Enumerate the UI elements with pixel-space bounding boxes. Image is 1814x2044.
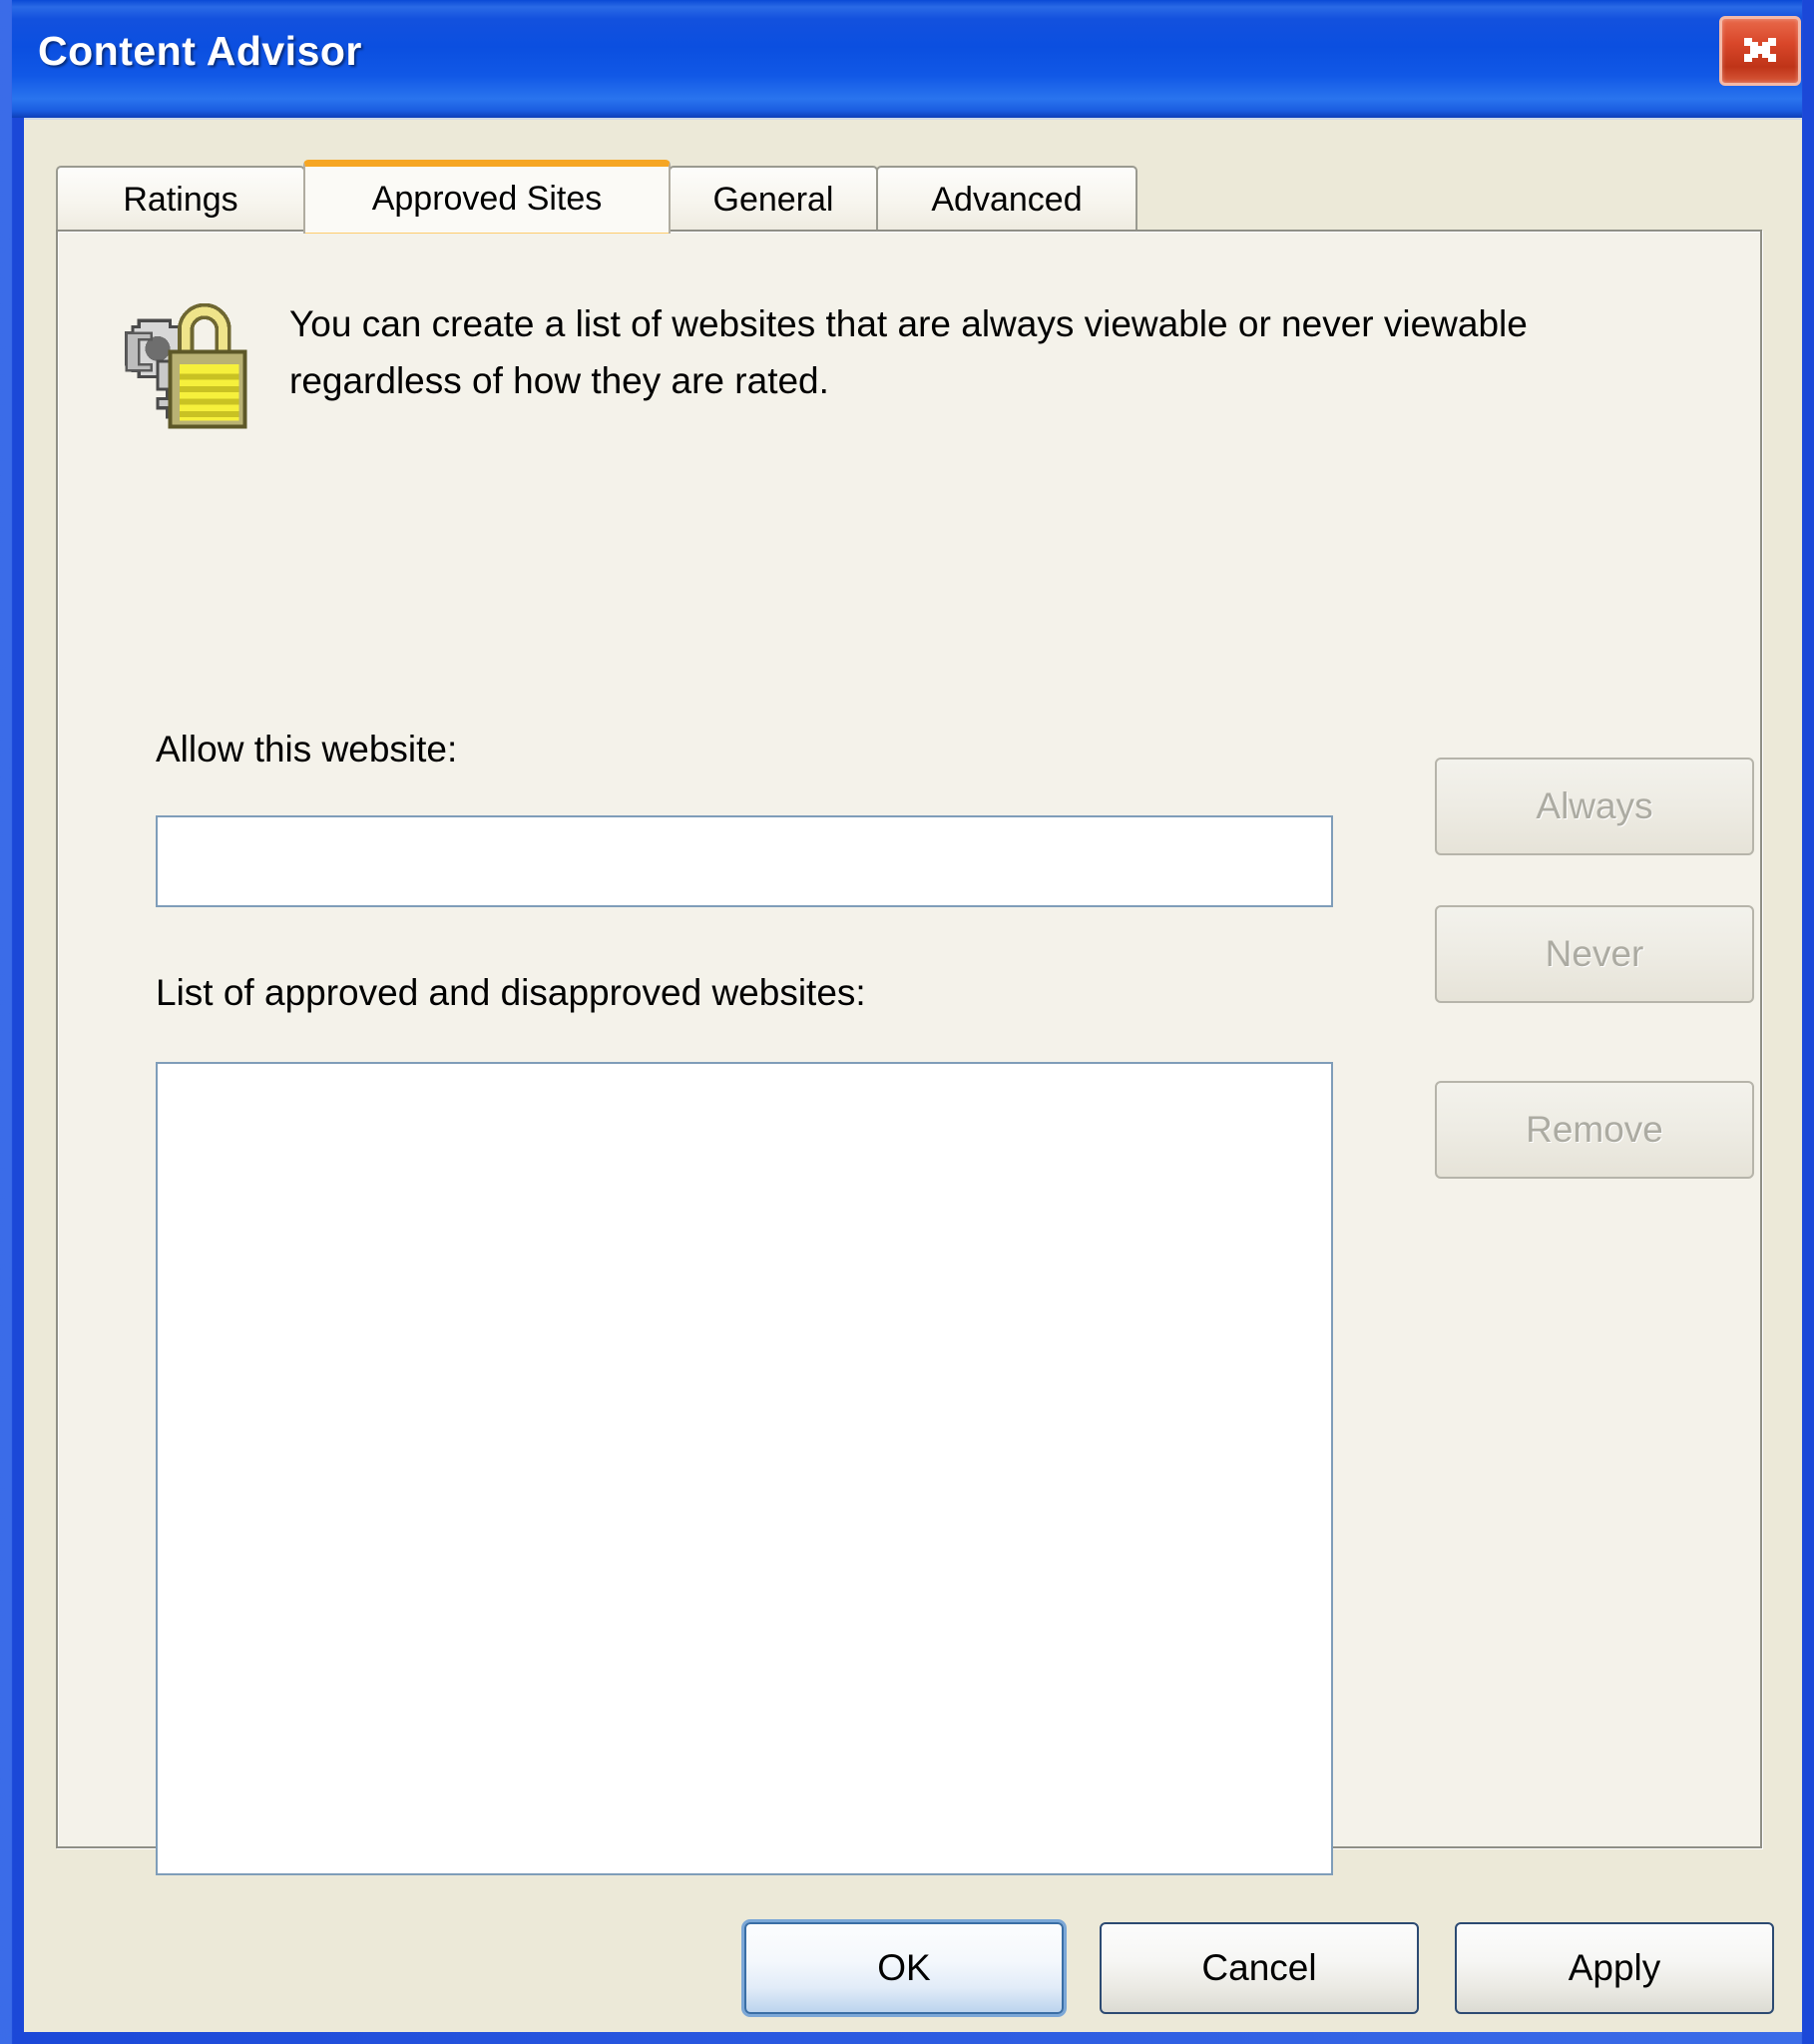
tab-strip: Ratings Approved Sites General Advanced xyxy=(56,160,1762,234)
apply-button[interactable]: Apply xyxy=(1455,1922,1774,2014)
tab-ratings-label: Ratings xyxy=(123,180,238,219)
never-button[interactable]: Never xyxy=(1435,905,1754,1003)
tab-approved-sites-label: Approved Sites xyxy=(371,180,603,218)
padlock-with-keys-icon xyxy=(108,289,257,439)
remove-button[interactable]: Remove xyxy=(1435,1081,1754,1179)
dialog-client-area: Ratings Approved Sites General Advanced xyxy=(24,118,1802,2032)
tab-general[interactable]: General xyxy=(669,166,878,232)
close-icon[interactable] xyxy=(1719,16,1801,86)
approved-sites-list-label: List of approved and disapproved website… xyxy=(156,972,866,1013)
panel-description: You can create a list of websites that a… xyxy=(289,303,1528,401)
window-title: Content Advisor xyxy=(38,28,362,74)
cancel-button[interactable]: Cancel xyxy=(1100,1922,1419,2014)
ok-button[interactable]: OK xyxy=(744,1922,1064,2014)
approved-sites-tab-panel: You can create a list of websites that a… xyxy=(56,230,1762,1875)
allow-website-label: Allow this website: xyxy=(156,729,458,769)
title-bar[interactable]: Content Advisor xyxy=(12,0,1802,118)
always-button[interactable]: Always xyxy=(1435,758,1754,855)
allow-website-input[interactable] xyxy=(156,815,1333,907)
approved-sites-listbox[interactable] xyxy=(156,1062,1333,1875)
tab-approved-sites[interactable]: Approved Sites xyxy=(303,160,671,234)
tab-ratings[interactable]: Ratings xyxy=(56,166,305,232)
tab-general-label: General xyxy=(712,180,834,219)
content-advisor-window: Content Advisor Ratings Approved Sites G… xyxy=(0,0,1814,2044)
tab-advanced-label: Advanced xyxy=(931,180,1083,219)
tab-advanced[interactable]: Advanced xyxy=(876,166,1137,232)
